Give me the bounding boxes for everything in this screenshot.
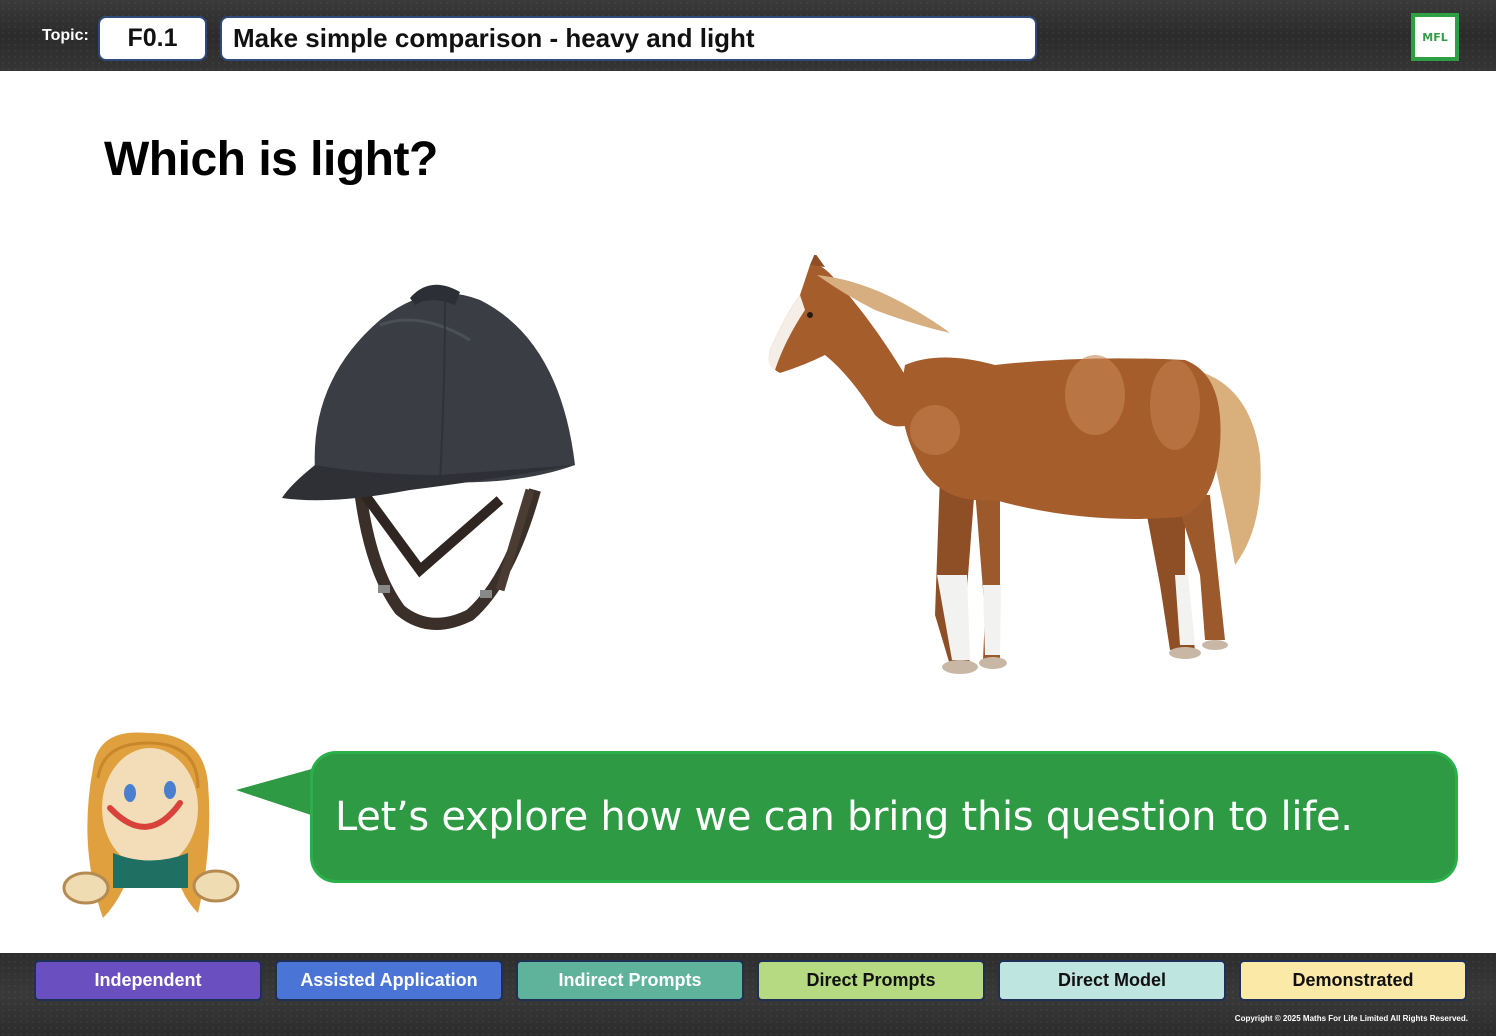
right-eye-icon — [164, 781, 176, 799]
speech-bubble: Let’s explore how we can bring this ques… — [310, 751, 1458, 883]
topic-label: Topic: — [42, 27, 89, 44]
copyright-text: Copyright © 2025 Maths For Life Limited … — [1234, 1014, 1468, 1023]
buckle-icon — [378, 585, 390, 593]
horse-image[interactable] — [755, 255, 1275, 685]
level-indirect-prompts-button[interactable]: Indirect Prompts — [516, 960, 744, 1001]
level-direct-prompts-button[interactable]: Direct Prompts — [757, 960, 985, 1001]
topic-code-box: F0.1 — [98, 16, 207, 61]
support-levels: Independent Assisted Application Indirec… — [34, 960, 1467, 1001]
question-heading: Which is light? — [104, 133, 438, 186]
riding-helmet-image[interactable] — [270, 270, 590, 650]
logo-text: MFL — [1422, 30, 1448, 44]
teacher-avatar — [62, 732, 240, 918]
level-direct-model-button[interactable]: Direct Model — [998, 960, 1226, 1001]
level-independent-button[interactable]: Independent — [34, 960, 262, 1001]
topic-title-box: Make simple comparison - heavy and light — [220, 16, 1037, 61]
level-demonstrated-button[interactable]: Demonstrated — [1239, 960, 1467, 1001]
mfl-logo: MFL — [1411, 13, 1459, 61]
left-eye-icon — [124, 784, 136, 802]
level-assisted-application-button[interactable]: Assisted Application — [275, 960, 503, 1001]
speech-bubble-text: Let’s explore how we can bring this ques… — [335, 794, 1353, 840]
horse-eye-icon — [807, 312, 813, 318]
